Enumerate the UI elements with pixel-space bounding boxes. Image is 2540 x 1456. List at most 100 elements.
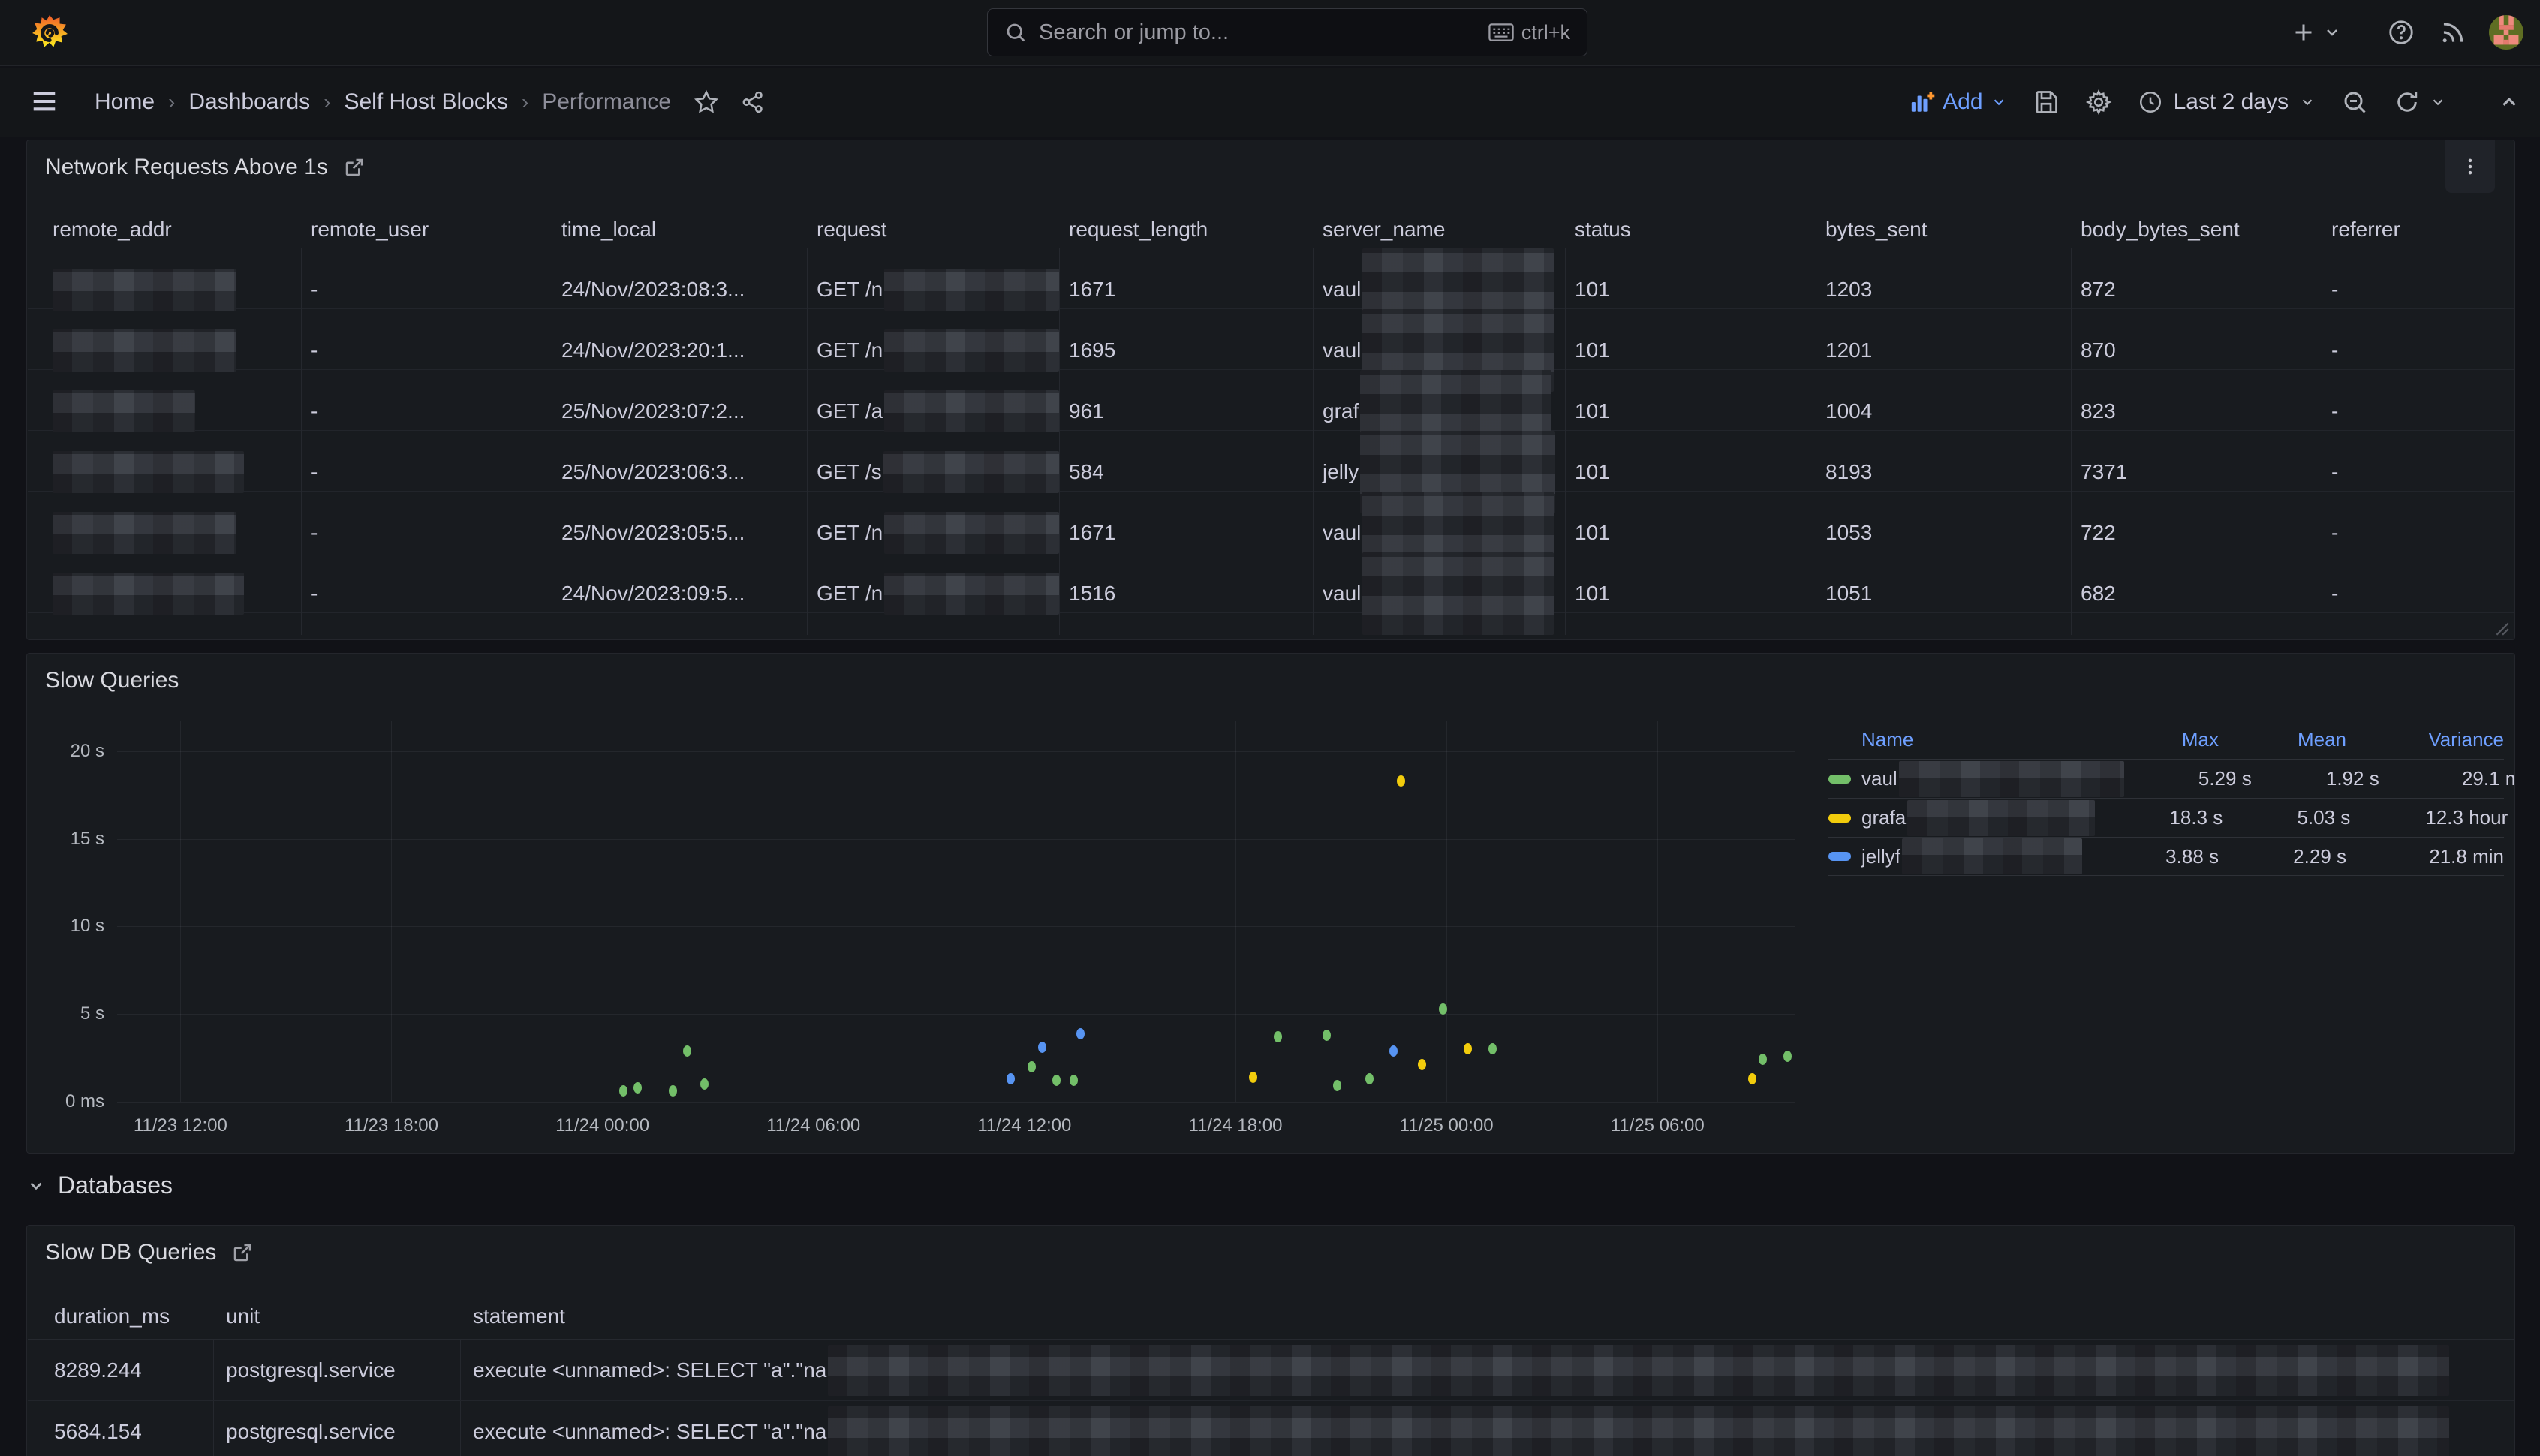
external-link-icon[interactable] [343,156,366,179]
scatter-point[interactable] [1007,1073,1015,1084]
legend-column-header[interactable]: Name [1828,728,2091,751]
resize-corner-handle[interactable] [2493,620,2510,636]
column-header[interactable]: server_name [1314,218,1566,242]
share-button[interactable] [740,89,766,115]
zoom-out-time-button[interactable] [2341,89,2368,116]
table-row[interactable]: -25/Nov/2023:06:3...GET /s584jelly101819… [28,431,2514,492]
scatter-point[interactable] [1439,1003,1447,1015]
new-button[interactable] [2290,19,2317,46]
save-dashboard-button[interactable] [2033,89,2060,116]
breadcrumb-item[interactable]: Home [95,89,155,115]
redacted-value [1362,552,1554,635]
row-databases[interactable]: Databases [26,1172,173,1199]
legend-column-header[interactable]: Mean [2219,728,2346,751]
breadcrumb-item[interactable]: Dashboards [188,89,310,115]
scatter-point[interactable] [1389,1045,1398,1057]
scatter-point[interactable] [1052,1075,1061,1086]
column-header[interactable]: statement [461,1304,2514,1328]
column-header[interactable]: remote_addr [28,218,302,242]
scatter-point[interactable] [1333,1080,1341,1091]
legend-series-name[interactable]: vaul [1828,761,2124,797]
external-link-icon[interactable] [231,1241,254,1264]
scatter-point[interactable] [683,1045,691,1057]
legend-column-header[interactable]: Variance [2346,728,2504,751]
grafana-flame-icon [31,14,68,52]
legend-column-header[interactable]: Max [2091,728,2219,751]
cell-text: - [311,278,318,302]
menu-toggle-button[interactable] [30,87,59,116]
user-avatar[interactable] [2489,15,2523,50]
table-row[interactable]: -24/Nov/2023:20:1...GET /n1695vaul101120… [28,309,2514,370]
scatter-point[interactable] [1038,1042,1046,1053]
column-header[interactable]: bytes_sent [1816,218,2072,242]
scatter-point[interactable] [633,1082,642,1094]
chevron-down-icon [2299,94,2316,110]
panel-header: Slow DB Queries [27,1226,2514,1280]
scatter-point[interactable] [1759,1054,1767,1065]
redacted-value [828,1345,2449,1396]
scatter-point[interactable] [1070,1075,1078,1086]
cell-text: 961 [1069,399,1104,423]
refresh-interval-chevron[interactable] [2430,94,2446,110]
column-header[interactable]: request [808,218,1060,242]
new-dropdown-chevron[interactable] [2323,23,2341,41]
scatter-point[interactable] [1274,1031,1282,1042]
scatter-point[interactable] [1488,1043,1497,1054]
table-row[interactable]: 5684.154postgresql.serviceexecute <unnam… [28,1401,2514,1456]
panel-header: Network Requests Above 1s [27,140,2514,194]
scatter-point[interactable] [1748,1073,1756,1084]
scatter-point[interactable] [1783,1051,1792,1062]
cell-text: 8193 [1825,460,1872,484]
legend-series-name[interactable]: grafa [1828,800,2095,836]
cell-text: 24/Nov/2023:08:3... [561,278,745,302]
column-header[interactable]: request_length [1060,218,1314,242]
column-header[interactable]: referrer [2322,218,2514,242]
cell-text: GET /a [817,399,883,423]
table-header-row: remote_addrremote_usertime_localrequestr… [28,211,2514,248]
panel-title[interactable]: Slow DB Queries [45,1240,216,1265]
table-row[interactable]: -25/Nov/2023:07:2...GET /a961graf1011004… [28,370,2514,431]
cell-text: - [2331,582,2338,606]
column-header[interactable]: time_local [552,218,808,242]
breadcrumb-item[interactable]: Performance [542,89,671,115]
grafana-logo[interactable] [30,14,69,53]
chevron-up-icon [2498,91,2520,113]
scatter-point[interactable] [619,1085,627,1097]
add-panel-button[interactable]: Add [1910,89,2006,115]
table-row[interactable]: -24/Nov/2023:08:3...GET /n1671vaul101120… [28,248,2514,309]
scatter-point[interactable] [1418,1059,1426,1070]
time-range-picker[interactable]: Last 2 days [2138,89,2316,115]
panel-menu-button[interactable] [2445,140,2495,193]
table-row[interactable]: -25/Nov/2023:05:5...GET /n1671vaul101105… [28,492,2514,552]
table-row[interactable]: 8289.244postgresql.serviceexecute <unnam… [28,1340,2514,1401]
scatter-point[interactable] [1397,775,1405,787]
legend-series-name[interactable]: jellyf [1828,838,2091,874]
scatter-point[interactable] [1076,1028,1085,1039]
scatter-point[interactable] [1365,1073,1374,1084]
scatter-point[interactable] [1323,1030,1331,1041]
column-header[interactable]: unit [214,1304,461,1328]
scatter-point[interactable] [1464,1043,1472,1054]
table-row[interactable]: -24/Nov/2023:09:5...GET /n1516vaul101105… [28,552,2514,613]
star-icon [694,89,719,115]
search-input[interactable]: Search or jump to... ctrl+k [987,8,1588,56]
column-header[interactable]: remote_user [302,218,552,242]
breadcrumb-item[interactable]: Self Host Blocks [344,89,507,115]
dashboard-settings-button[interactable] [2085,89,2112,116]
top-bar: Search or jump to... ctrl+k [0,0,2540,66]
panel-title[interactable]: Network Requests Above 1s [45,155,328,180]
refresh-button[interactable] [2394,89,2421,116]
favorite-button[interactable] [694,89,719,115]
news-button[interactable] [2438,18,2466,47]
column-header[interactable]: status [1566,218,1816,242]
scatter-point[interactable] [669,1085,677,1097]
column-header[interactable]: duration_ms [28,1304,214,1328]
scatter-point[interactable] [1028,1061,1036,1072]
collapse-toolbar-button[interactable] [2498,91,2520,113]
x-gridline [180,721,181,1102]
scatter-point[interactable] [1249,1072,1257,1083]
column-header[interactable]: body_bytes_sent [2072,218,2322,242]
scatter-point[interactable] [700,1078,709,1090]
legend-stat-value: 12.3 hour [2350,806,2508,829]
help-button[interactable] [2387,18,2415,47]
